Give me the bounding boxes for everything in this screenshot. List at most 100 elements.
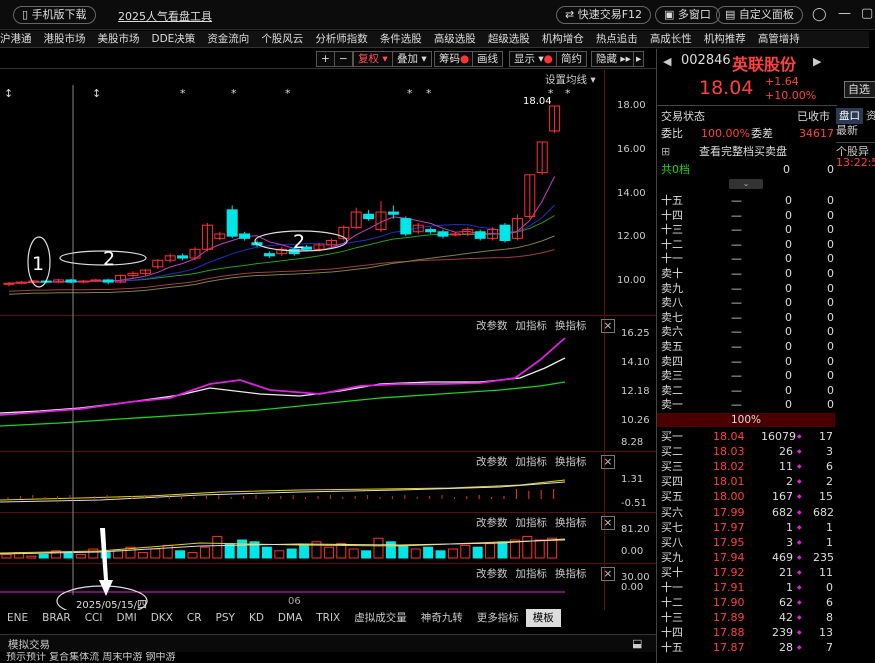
expand-icon[interactable]: ▸	[633, 51, 645, 67]
nav-item-8[interactable]: 高级选股	[428, 31, 482, 47]
sell-level-row: 十二 — 0 0	[661, 237, 834, 252]
stock-detail-label[interactable]: 个股异	[836, 141, 875, 156]
indicator-tab-1[interactable]: BRAR	[35, 609, 78, 627]
indicator-tab-13[interactable]: 模板	[525, 609, 561, 627]
next-stock-icon[interactable]: ▶	[813, 55, 821, 68]
indicator-tab-10[interactable]: 虚拟成交量	[347, 609, 414, 627]
user-icon[interactable]: ◯	[812, 7, 827, 22]
sell-level-row: 卖三 — 0 0	[661, 368, 834, 383]
buy-level-row[interactable]: 买九 17.94 469 235 ◆	[661, 550, 834, 565]
nav-item-2[interactable]: 美股市场	[92, 31, 146, 47]
buy-level-row[interactable]: 十五 17.87 28 7 ◆	[661, 640, 833, 655]
sell-price: —	[731, 296, 742, 310]
full-book-link[interactable]: 查看完整档买卖盘	[699, 144, 787, 159]
mock-trade-label[interactable]: 模拟交易	[8, 637, 50, 652]
indicator-tab-0[interactable]: ENE	[0, 609, 35, 627]
nav-item-5[interactable]: 个股风云	[255, 31, 309, 47]
collapse-chevron-icon[interactable]: ⌄	[729, 179, 763, 189]
level-marker-icon: ◆	[797, 614, 802, 622]
indicator-tab-8[interactable]: DMA	[271, 609, 309, 627]
chips-button[interactable]: 筹码●	[434, 51, 475, 67]
hide-button[interactable]: 隐藏 ▸▸	[591, 51, 636, 67]
simple-button[interactable]: 简约	[556, 51, 587, 67]
minimize-icon[interactable]: —	[838, 6, 851, 21]
pane-close-icon[interactable]: ×	[600, 567, 616, 581]
buy-level-row[interactable]: 买十 17.92 21 11 ◆	[661, 565, 833, 580]
nav-item-12[interactable]: 高成长性	[644, 31, 698, 47]
buy-level-row[interactable]: 买六 17.99 682 682 ◆	[661, 505, 834, 520]
pane-close-icon[interactable]: ×	[600, 455, 616, 469]
buy-level-row[interactable]: 十三 17.89 42 8 ◆	[661, 610, 833, 625]
volume-bar	[460, 544, 471, 559]
nav-item-14[interactable]: 高管增持	[752, 31, 806, 47]
full-book-row[interactable]: ⊞ 查看完整档买卖盘	[661, 144, 833, 159]
indicator-tab-6[interactable]: PSY	[209, 609, 242, 627]
buy-level-row[interactable]: 买八 17.95 3 1 ◆	[661, 535, 833, 550]
indicator-tab-5[interactable]: CR	[180, 609, 209, 627]
collapse-icon[interactable]: ⬓	[632, 637, 642, 650]
buy-price: 18.01	[713, 475, 745, 489]
sell-vol: 0	[785, 354, 792, 368]
buy-level-row[interactable]: 买三 18.02 11 6 ◆	[661, 459, 833, 474]
buy-vol: 16079	[761, 430, 796, 443]
mobile-download-button[interactable]: ▯ 手机版下载	[13, 6, 96, 24]
sell-vol: 0	[785, 194, 792, 207]
overlay-button[interactable]: 叠加 ▾	[392, 51, 432, 67]
indicator-tab-9[interactable]: TRIX	[309, 609, 347, 627]
nav-item-10[interactable]: 机构增仓	[536, 31, 590, 47]
total-levels-row: 共0档 0 0	[661, 162, 834, 177]
zoom-out-button[interactable]: −	[334, 51, 353, 67]
sell-level-row: 卖十 — 0 0	[661, 266, 834, 281]
buy-level-row[interactable]: 十四 17.88 239 13 ◆	[661, 625, 833, 640]
buy-level-row[interactable]: 十一 17.91 1 0 ◆	[661, 580, 833, 595]
buy-level-row[interactable]: 十二 17.90 62 6 ◆	[661, 595, 833, 610]
sell-n: 0	[827, 252, 834, 266]
tab-zi[interactable]: 资	[863, 108, 875, 124]
indicator-tab-11[interactable]: 神奇九转	[414, 609, 470, 627]
stock-name: 英联股份	[732, 55, 797, 74]
buy-level-row[interactable]: 买四 18.01 2 2 ◆	[661, 474, 833, 489]
buy-level-row[interactable]: 买五 18.00 167 15 ◆	[661, 489, 833, 504]
maximize-icon[interactable]: ▢	[861, 6, 873, 21]
indicator-tab-3[interactable]: DMI	[109, 609, 143, 627]
indicator-tab-7[interactable]: KD	[242, 609, 271, 627]
custom-panel-button[interactable]: ▤ 自定义面板	[716, 6, 803, 24]
draw-line-button[interactable]: 画线	[472, 51, 503, 67]
nav-item-1[interactable]: 港股市场	[38, 31, 92, 47]
nav-item-7[interactable]: 条件选股	[374, 31, 428, 47]
buy-level-row[interactable]: 买七 17.97 1 1 ◆	[661, 520, 833, 535]
buy-n: 2	[826, 475, 833, 489]
pane-close-icon[interactable]: ×	[600, 319, 616, 333]
tab-pankou[interactable]: 盘口	[836, 108, 863, 124]
nav-item-13[interactable]: 机构推荐	[698, 31, 752, 47]
sell-vol: 0	[785, 223, 792, 237]
buy-label: 买六	[661, 505, 683, 519]
zoom-in-button[interactable]: +	[316, 51, 335, 67]
buy-level-row[interactable]: 买一 18.04 16079 17 ◆	[661, 429, 833, 444]
quick-trade-button[interactable]: ⇄ 快速交易F12	[556, 6, 652, 24]
nav-item-9[interactable]: 超级选股	[482, 31, 536, 47]
buy-n: 3	[826, 445, 833, 459]
level-marker-icon: ◆	[797, 644, 802, 652]
nav-item-4[interactable]: 资金流向	[201, 31, 255, 47]
prev-stock-icon[interactable]: ◀	[663, 55, 671, 68]
display-button[interactable]: 显示 ▾●	[509, 51, 558, 67]
buy-level-row[interactable]: 买二 18.03 26 3 ◆	[661, 444, 833, 459]
popular-tool-link[interactable]: 2025人气看盘工具	[118, 8, 212, 24]
nav-item-6[interactable]: 分析师指数	[309, 31, 374, 47]
fuquan-button[interactable]: 复权 ▾	[353, 51, 393, 67]
pane-close-icon[interactable]: ×	[600, 516, 616, 530]
nav-item-11[interactable]: 热点追击	[590, 31, 644, 47]
nav-item-3[interactable]: DDE决策	[146, 31, 202, 47]
multi-window-button[interactable]: ▣ 多窗口	[655, 6, 720, 24]
indicator-tab-2[interactable]: CCI	[78, 609, 110, 627]
trade-status-value: 已收市	[797, 110, 830, 123]
indicator-axis-tick: -0.51	[621, 498, 647, 509]
indicator-tab-12[interactable]: 更多指标	[470, 609, 526, 627]
indicator-tab-4[interactable]: DKX	[144, 609, 180, 627]
sell-price: —	[731, 208, 742, 222]
nav-item-0[interactable]: 沪港通	[0, 31, 38, 47]
sell-vol: 0	[785, 252, 792, 266]
volume-bar	[385, 541, 396, 559]
add-watchlist-button[interactable]: 自选	[844, 81, 875, 98]
